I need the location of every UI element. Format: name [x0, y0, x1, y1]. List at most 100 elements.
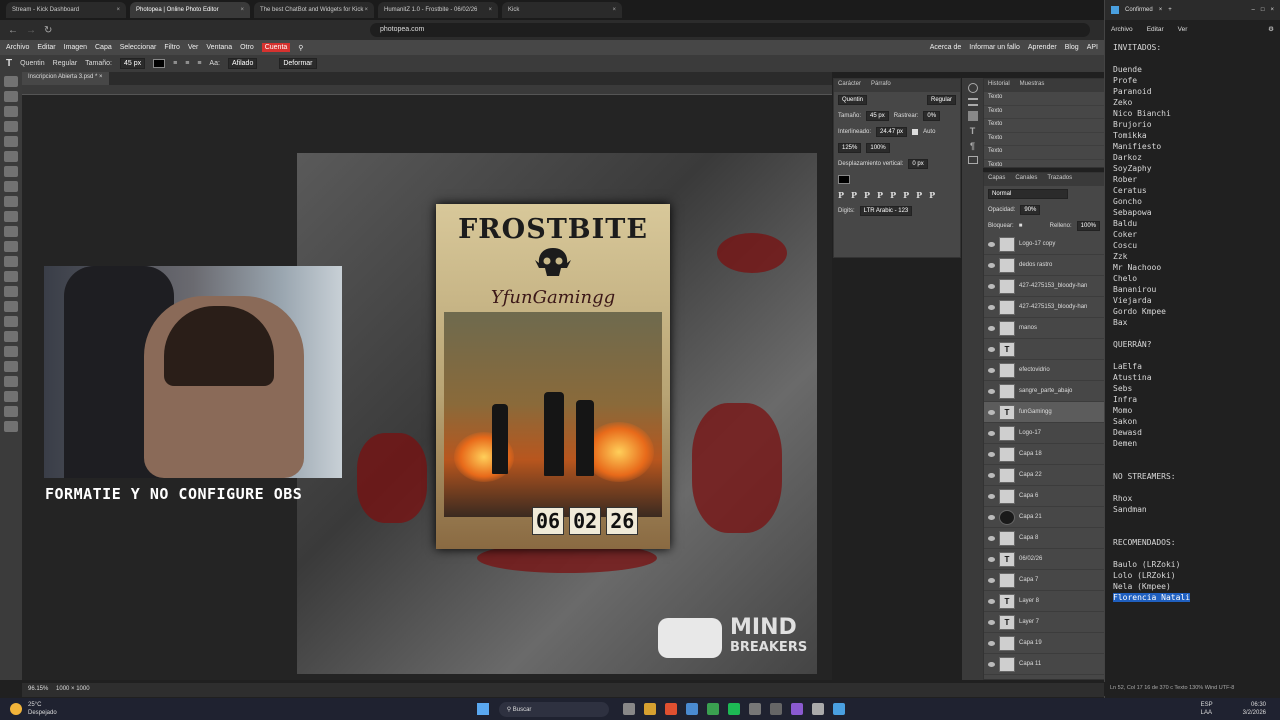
taskbar-search[interactable]: ⚲ Buscar: [498, 701, 609, 717]
layer-row[interactable]: T: [984, 339, 1104, 360]
faux-italic-icon[interactable]: P: [851, 190, 857, 200]
weather-widget[interactable]: 25°C Despejado: [28, 701, 57, 717]
maximize-icon[interactable]: □: [1261, 7, 1265, 13]
menu-item[interactable]: Imagen: [64, 44, 87, 51]
notepad-tab-title[interactable]: Confirmed: [1125, 7, 1153, 13]
browser-tab[interactable]: Photopea | Online Photo Editor ×: [130, 2, 250, 18]
eye-icon[interactable]: [988, 577, 995, 583]
notepad-menu-file[interactable]: Archivo: [1111, 26, 1133, 33]
eye-icon[interactable]: [988, 661, 995, 667]
blend-mode-select[interactable]: Normal: [988, 189, 1068, 199]
menu-item[interactable]: Editar: [37, 44, 55, 51]
color-swatch[interactable]: [153, 59, 166, 68]
layer-row[interactable]: T 06/02/26: [984, 549, 1104, 570]
digits-select[interactable]: LTR Arabic - 123: [859, 206, 913, 216]
info-icon[interactable]: [967, 83, 978, 93]
taskbar-app-icon[interactable]: [706, 703, 719, 715]
taskbar-app-icon[interactable]: [643, 703, 656, 715]
close-icon[interactable]: ×: [116, 7, 120, 13]
tool-icon[interactable]: [4, 91, 18, 102]
close-icon[interactable]: ×: [99, 74, 103, 80]
menu-link[interactable]: Informar un fallo: [969, 44, 1020, 51]
eye-icon[interactable]: [988, 556, 995, 562]
taskbar-app-icon[interactable]: [727, 703, 740, 715]
tool-icon[interactable]: [4, 196, 18, 207]
layer-row[interactable]: Capa 19: [984, 633, 1104, 654]
eye-icon[interactable]: [988, 367, 995, 373]
char-size-input[interactable]: 45 px: [866, 111, 889, 121]
layer-row[interactable]: Capa 22: [984, 465, 1104, 486]
layer-row[interactable]: T Layer 7: [984, 612, 1104, 633]
superscript-icon[interactable]: P: [890, 190, 896, 200]
align-center-icon[interactable]: ≡: [185, 60, 189, 67]
tool-icon[interactable]: [4, 361, 18, 372]
layer-row[interactable]: Capa 8: [984, 528, 1104, 549]
eye-icon[interactable]: [988, 535, 995, 541]
opacity-input[interactable]: 90%: [1020, 205, 1041, 215]
tab-swatches[interactable]: Muestras: [1020, 81, 1045, 90]
eye-icon[interactable]: [988, 304, 995, 310]
lock-icon[interactable]: ■: [1019, 223, 1023, 229]
leading-input[interactable]: 24.47 px: [876, 127, 908, 137]
close-icon[interactable]: ×: [612, 7, 616, 13]
tool-icon[interactable]: [4, 136, 18, 147]
menu-item[interactable]: Ventana: [206, 44, 232, 51]
tab-channels[interactable]: Canales: [1015, 175, 1037, 184]
eye-icon[interactable]: [988, 283, 995, 289]
tool-icon[interactable]: [4, 301, 18, 312]
taskbar-app-icon[interactable]: [622, 703, 635, 715]
tool-icon[interactable]: [4, 121, 18, 132]
menu-link[interactable]: API: [1087, 44, 1098, 51]
tool-icon[interactable]: [4, 271, 18, 282]
back-icon[interactable]: ←: [8, 25, 18, 36]
eye-icon[interactable]: [988, 346, 995, 352]
vertical-scale-input[interactable]: 125%: [838, 143, 862, 153]
layer-row[interactable]: TfunGamingg: [984, 402, 1104, 423]
fill-input[interactable]: 100%: [1076, 221, 1100, 231]
menu-item[interactable]: Filtro: [164, 44, 180, 51]
browser-tab[interactable]: The best ChatBot and Widgets for Kick ×: [254, 2, 374, 18]
eye-icon[interactable]: [988, 388, 995, 394]
notepad-text-area[interactable]: INVITADOS: Duende Profe Paranoid Zeko Nico Bi…: [1105, 38, 1280, 607]
small-caps-icon[interactable]: P: [877, 190, 883, 200]
close-window-icon[interactable]: ×: [1270, 7, 1274, 13]
weather-icon[interactable]: [10, 703, 22, 715]
eye-icon[interactable]: [988, 451, 995, 457]
tool-icon[interactable]: [4, 211, 18, 222]
taskbar-app-icon[interactable]: [748, 703, 761, 715]
brush-panel-icon[interactable]: [967, 111, 978, 121]
close-icon[interactable]: ×: [240, 7, 244, 13]
browser-tab[interactable]: HumanitZ 1.0 - Frostbite - 06/02/26 ×: [378, 2, 498, 18]
notepad-selected-line[interactable]: Florencia Natali: [1113, 592, 1272, 603]
tool-icon[interactable]: [4, 76, 18, 87]
eye-icon[interactable]: [988, 241, 995, 247]
subscript-icon[interactable]: P: [903, 190, 909, 200]
tool-icon[interactable]: [4, 346, 18, 357]
baseline-input[interactable]: 0 px: [908, 159, 928, 169]
browser-tab[interactable]: Stream - Kick Dashboard ×: [6, 2, 126, 18]
document-tab[interactable]: Inscripcion Abierta 3.psd * ×: [22, 72, 109, 85]
eye-icon[interactable]: [988, 325, 995, 331]
strikethrough-icon[interactable]: P: [929, 190, 935, 200]
tool-icon[interactable]: [4, 256, 18, 267]
menu-item-account[interactable]: Cuenta: [261, 43, 291, 52]
tool-icon[interactable]: [4, 151, 18, 162]
tool-icon[interactable]: [4, 376, 18, 387]
auto-checkbox[interactable]: [912, 129, 919, 135]
taskbar-app-icon[interactable]: [790, 703, 803, 715]
menu-link[interactable]: Blog: [1065, 44, 1079, 51]
taskbar-app-icon[interactable]: [685, 703, 698, 715]
eye-icon[interactable]: [988, 430, 995, 436]
menu-item[interactable]: Archivo: [6, 44, 29, 51]
paragraph-icon[interactable]: ¶: [968, 141, 978, 151]
menu-link[interactable]: Acerca de: [930, 44, 962, 51]
history-item[interactable]: Texto: [984, 160, 1104, 173]
layer-row[interactable]: Capa 18: [984, 444, 1104, 465]
layer-row[interactable]: Capa 11: [984, 654, 1104, 675]
tab-history[interactable]: Historial: [988, 81, 1010, 90]
faux-bold-icon[interactable]: P: [838, 190, 844, 200]
eye-icon[interactable]: [988, 598, 995, 604]
tool-icon[interactable]: [4, 391, 18, 402]
menu-link[interactable]: Aprender: [1028, 44, 1057, 51]
tab-layers[interactable]: Capas: [988, 175, 1005, 184]
